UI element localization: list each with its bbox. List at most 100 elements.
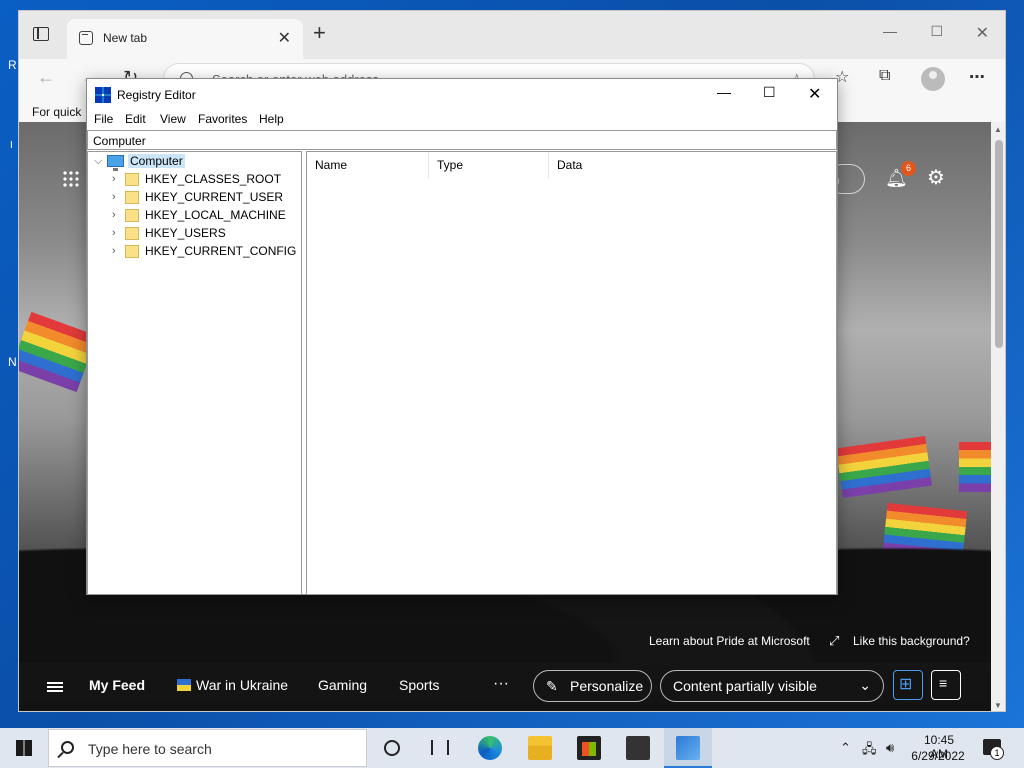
- menu-view[interactable]: View: [160, 112, 186, 126]
- computer-icon: [107, 155, 124, 171]
- scroll-down-icon[interactable]: ▼: [994, 701, 1002, 710]
- chevron-down-icon[interactable]: ⌵: [94, 155, 102, 168]
- tree-item-label: HKEY_CURRENT_CONFIG: [145, 244, 297, 258]
- ukraine-flag-icon: [177, 679, 191, 691]
- chevron-right-icon[interactable]: ›: [112, 245, 116, 257]
- back-arrow-icon[interactable]: ←: [37, 67, 55, 88]
- file-explorer-icon[interactable]: [528, 736, 552, 760]
- windows-start-icon[interactable]: [16, 740, 32, 756]
- notification-count-badge: 1: [990, 746, 1004, 760]
- tab-title: New tab: [103, 31, 148, 45]
- column-header-name[interactable]: Name: [307, 152, 429, 178]
- page-settings-gear-icon[interactable]: ⚙: [927, 165, 945, 190]
- registry-editor-taskbar-icon[interactable]: [676, 736, 700, 760]
- close-icon[interactable]: ✕: [808, 84, 821, 104]
- column-header-type[interactable]: Type: [429, 152, 549, 178]
- scroll-thumb[interactable]: [995, 140, 1003, 348]
- browser-close-icon[interactable]: ✕: [976, 23, 989, 43]
- registry-editor-window: Registry Editor — ☐ ✕ File Edit View Fav…: [86, 78, 838, 595]
- browser-minimize-icon[interactable]: —: [883, 23, 897, 39]
- grid-view-icon[interactable]: ⊞: [893, 670, 923, 700]
- taskbar-search-box[interactable]: Type here to search: [48, 729, 367, 767]
- content-visibility-dropdown[interactable]: Content partially visible ⌄: [660, 670, 884, 702]
- tree-item-label: Computer: [128, 154, 185, 168]
- tree-item-hkey-current-user[interactable]: › HKEY_CURRENT_USER: [88, 189, 298, 207]
- new-tab-plus-icon[interactable]: +: [313, 20, 326, 46]
- scroll-up-icon[interactable]: ▲: [994, 125, 1002, 134]
- tab-war-in-ukraine[interactable]: War in Ukraine: [196, 677, 288, 693]
- tree-item-computer[interactable]: ⌵ Computer: [88, 153, 298, 171]
- task-view-icon[interactable]: [431, 740, 449, 755]
- registry-path[interactable]: Computer: [93, 134, 146, 148]
- profile-avatar[interactable]: [921, 67, 945, 91]
- pride-link[interactable]: Learn about Pride at Microsoft: [649, 634, 810, 648]
- tree-item-label: HKEY_USERS: [145, 226, 226, 240]
- volume-icon[interactable]: 🔊︎: [886, 740, 894, 756]
- tree-item-hkey-local-machine[interactable]: › HKEY_LOCAL_MACHINE: [88, 207, 298, 225]
- expand-icon[interactable]: ⤢: [829, 633, 839, 649]
- tree-item-hkey-classes-root[interactable]: › HKEY_CLASSES_ROOT: [88, 171, 298, 189]
- taskbar: Type here to search ⌃ 🖧︎ 🔊︎ 10:45 AM 6/2…: [0, 728, 1024, 768]
- clock-date[interactable]: 6/29/2022: [910, 749, 966, 763]
- favorites-bar-text[interactable]: For quick: [32, 105, 81, 119]
- network-icon[interactable]: 🖧︎: [862, 740, 877, 762]
- chevron-right-icon[interactable]: ›: [112, 227, 116, 239]
- settings-more-icon[interactable]: ⋯: [969, 67, 985, 87]
- list-view-icon[interactable]: ≡: [931, 670, 961, 700]
- tree-item-label: HKEY_LOCAL_MACHINE: [145, 208, 286, 222]
- show-hidden-icons-chevron-icon[interactable]: ⌃: [840, 740, 851, 756]
- personalize-button[interactable]: ✎ Personalize: [533, 670, 652, 702]
- menu-edit[interactable]: Edit: [125, 112, 146, 126]
- menu-help[interactable]: Help: [259, 112, 284, 126]
- column-header-data[interactable]: Data: [549, 152, 749, 178]
- desktop-icon-label[interactable]: I: [10, 140, 13, 151]
- folder-icon: [125, 173, 139, 186]
- notifications-badge: 6: [901, 161, 916, 176]
- desktop-icon-label[interactable]: N: [8, 355, 17, 369]
- tab-sports[interactable]: Sports: [399, 677, 439, 693]
- maximize-icon[interactable]: ☐: [763, 84, 776, 101]
- collections-icon[interactable]: ⧉: [879, 67, 890, 85]
- menu-favorites[interactable]: Favorites: [198, 112, 247, 126]
- microsoft-store-icon[interactable]: [577, 736, 601, 760]
- desktop-icon-label[interactable]: R: [8, 58, 17, 72]
- taskbar-search-input[interactable]: Type here to search: [88, 741, 212, 757]
- mail-icon[interactable]: [626, 736, 650, 760]
- window-title: Registry Editor: [117, 88, 196, 102]
- chevron-right-icon[interactable]: ›: [112, 209, 116, 221]
- cortana-icon[interactable]: [384, 740, 400, 756]
- menu-file[interactable]: File: [94, 112, 113, 126]
- search-icon: [61, 741, 74, 754]
- tab-new-tab[interactable]: New tab ✕: [67, 19, 303, 59]
- hamburger-menu-icon[interactable]: [47, 682, 63, 692]
- tree-item-hkey-users[interactable]: › HKEY_USERS: [88, 225, 298, 243]
- chevron-down-icon: ⌄: [859, 677, 871, 693]
- apps-waffle-icon[interactable]: [62, 170, 80, 188]
- like-background-link[interactable]: Like this background?: [853, 634, 970, 648]
- tab-close-icon[interactable]: ✕: [278, 28, 291, 48]
- page-scrollbar[interactable]: ▲ ▼: [991, 122, 1005, 711]
- registry-editor-icon: [95, 87, 111, 103]
- edge-app-icon[interactable]: [478, 736, 502, 760]
- new-tab-page-icon: [79, 31, 93, 45]
- tree-item-label: HKEY_CURRENT_USER: [145, 190, 284, 204]
- tab-actions-icon[interactable]: [33, 27, 49, 41]
- regedit-title-bar[interactable]: Registry Editor — ☐ ✕: [87, 79, 837, 109]
- chevron-right-icon[interactable]: ›: [112, 173, 116, 185]
- folder-icon: [125, 191, 139, 204]
- tab-my-feed[interactable]: My Feed: [89, 677, 145, 693]
- registry-values-pane[interactable]: Name Type Data: [306, 151, 837, 595]
- registry-address-bar[interactable]: Computer: [87, 130, 837, 150]
- registry-tree-pane: ⌵ Computer › HKEY_CLASSES_ROOT › HKEY_CU…: [87, 151, 302, 595]
- tab-strip: New tab ✕ + — ☐ ✕: [19, 11, 1005, 59]
- tab-gaming[interactable]: Gaming: [318, 677, 367, 693]
- folder-icon: [125, 245, 139, 258]
- more-topics-icon[interactable]: ···: [493, 675, 509, 693]
- tree-item-label: HKEY_CLASSES_ROOT: [145, 172, 282, 186]
- personalize-label: Personalize: [570, 678, 644, 694]
- minimize-icon[interactable]: —: [717, 84, 731, 100]
- chevron-right-icon[interactable]: ›: [112, 191, 116, 203]
- tree-item-hkey-current-config[interactable]: › HKEY_CURRENT_CONFIG: [88, 243, 298, 261]
- browser-maximize-icon[interactable]: ☐: [930, 23, 943, 40]
- feed-navigation-bar: My Feed War in Ukraine Gaming Sports ···…: [19, 662, 991, 711]
